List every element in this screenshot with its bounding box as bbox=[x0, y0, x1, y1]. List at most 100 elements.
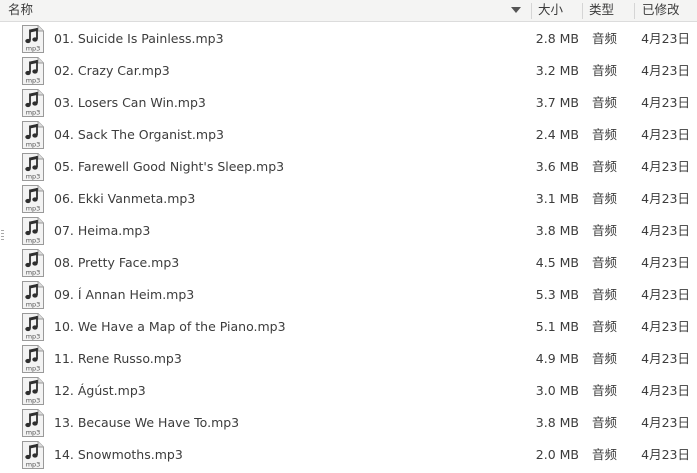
column-header-size[interactable]: 大小 bbox=[538, 0, 563, 21]
file-type: 音频 bbox=[592, 191, 618, 206]
file-modified-date: 4月23日 bbox=[641, 191, 690, 206]
svg-text:mp3: mp3 bbox=[26, 205, 41, 213]
file-row[interactable]: mp3 01. Suicide Is Painless.mp3 2.8 MB 音… bbox=[0, 23, 697, 55]
file-size: 3.7 MB bbox=[535, 95, 579, 110]
column-divider[interactable] bbox=[582, 3, 583, 19]
file-type: 音频 bbox=[592, 63, 618, 78]
audio-mp3-icon: mp3 bbox=[21, 313, 45, 341]
file-type: 音频 bbox=[592, 415, 618, 430]
audio-mp3-icon: mp3 bbox=[21, 249, 45, 277]
audio-mp3-icon: mp3 bbox=[21, 441, 45, 469]
audio-mp3-icon: mp3 bbox=[21, 377, 45, 405]
file-row[interactable]: mp3 08. Pretty Face.mp3 4.5 MB 音频 4月23日 bbox=[0, 247, 697, 279]
file-size: 3.0 MB bbox=[535, 383, 579, 398]
file-modified-date: 4月23日 bbox=[641, 415, 690, 430]
file-row[interactable]: mp3 13. Because We Have To.mp3 3.8 MB 音频… bbox=[0, 407, 697, 439]
svg-text:mp3: mp3 bbox=[26, 109, 41, 117]
svg-text:mp3: mp3 bbox=[26, 269, 41, 277]
column-header-bar: 名称 大小 类型 已修改 bbox=[0, 0, 697, 22]
file-type: 音频 bbox=[592, 127, 618, 142]
svg-text:mp3: mp3 bbox=[26, 173, 41, 181]
file-type: 音频 bbox=[592, 287, 618, 302]
svg-text:mp3: mp3 bbox=[26, 301, 41, 309]
file-modified-date: 4月23日 bbox=[641, 127, 690, 142]
file-size: 2.8 MB bbox=[535, 31, 579, 46]
file-name: 12. Ágúst.mp3 bbox=[54, 383, 146, 398]
file-name: 09. Í Annan Heim.mp3 bbox=[54, 287, 195, 302]
file-modified-date: 4月23日 bbox=[641, 159, 690, 174]
column-header-name[interactable]: 名称 bbox=[8, 0, 33, 21]
file-name: 07. Heima.mp3 bbox=[54, 223, 151, 238]
sort-descending-icon[interactable] bbox=[511, 0, 527, 21]
svg-text:mp3: mp3 bbox=[26, 333, 41, 341]
column-header-modified[interactable]: 已修改 bbox=[642, 0, 680, 21]
file-name: 06. Ekki Vanmeta.mp3 bbox=[54, 191, 196, 206]
svg-text:mp3: mp3 bbox=[26, 141, 41, 149]
file-modified-date: 4月23日 bbox=[641, 31, 690, 46]
audio-mp3-icon: mp3 bbox=[21, 121, 45, 149]
file-name: 02. Crazy Car.mp3 bbox=[54, 63, 170, 78]
file-size: 5.3 MB bbox=[535, 287, 579, 302]
file-type: 音频 bbox=[592, 95, 618, 110]
audio-mp3-icon: mp3 bbox=[21, 89, 45, 117]
file-name: 11. Rene Russo.mp3 bbox=[54, 351, 182, 366]
file-modified-date: 4月23日 bbox=[641, 223, 690, 238]
file-row[interactable]: mp3 02. Crazy Car.mp3 3.2 MB 音频 4月23日 bbox=[0, 55, 697, 87]
column-divider[interactable] bbox=[531, 3, 532, 19]
file-row[interactable]: mp3 07. Heima.mp3 3.8 MB 音频 4月23日 bbox=[0, 215, 697, 247]
file-row[interactable]: mp3 04. Sack The Organist.mp3 2.4 MB 音频 … bbox=[0, 119, 697, 151]
file-size: 4.9 MB bbox=[535, 351, 579, 366]
file-type: 音频 bbox=[592, 159, 618, 174]
file-name: 14. Snowmoths.mp3 bbox=[54, 447, 183, 462]
file-name: 08. Pretty Face.mp3 bbox=[54, 255, 180, 270]
audio-mp3-icon: mp3 bbox=[21, 345, 45, 373]
file-modified-date: 4月23日 bbox=[641, 63, 690, 78]
file-type: 音频 bbox=[592, 447, 618, 462]
file-size: 5.1 MB bbox=[535, 319, 579, 334]
file-size: 4.5 MB bbox=[535, 255, 579, 270]
file-type: 音频 bbox=[592, 223, 618, 238]
file-list: mp3 01. Suicide Is Painless.mp3 2.8 MB 音… bbox=[0, 23, 697, 471]
file-modified-date: 4月23日 bbox=[641, 95, 690, 110]
column-divider[interactable] bbox=[634, 3, 635, 19]
svg-text:mp3: mp3 bbox=[26, 77, 41, 85]
file-row[interactable]: mp3 12. Ágúst.mp3 3.0 MB 音频 4月23日 bbox=[0, 375, 697, 407]
svg-text:mp3: mp3 bbox=[26, 45, 41, 53]
svg-text:mp3: mp3 bbox=[26, 237, 41, 245]
file-row[interactable]: mp3 11. Rene Russo.mp3 4.9 MB 音频 4月23日 bbox=[0, 343, 697, 375]
file-row[interactable]: mp3 05. Farewell Good Night's Sleep.mp3 … bbox=[0, 151, 697, 183]
audio-mp3-icon: mp3 bbox=[21, 281, 45, 309]
file-modified-date: 4月23日 bbox=[641, 319, 690, 334]
file-modified-date: 4月23日 bbox=[641, 351, 690, 366]
file-size: 3.6 MB bbox=[535, 159, 579, 174]
file-size: 3.8 MB bbox=[535, 415, 579, 430]
audio-mp3-icon: mp3 bbox=[21, 409, 45, 437]
file-modified-date: 4月23日 bbox=[641, 383, 690, 398]
file-row[interactable]: mp3 14. Snowmoths.mp3 2.0 MB 音频 4月23日 bbox=[0, 439, 697, 471]
file-size: 2.0 MB bbox=[535, 447, 579, 462]
audio-mp3-icon: mp3 bbox=[21, 153, 45, 181]
file-modified-date: 4月23日 bbox=[641, 287, 690, 302]
file-row[interactable]: mp3 10. We Have a Map of the Piano.mp3 5… bbox=[0, 311, 697, 343]
file-name: 05. Farewell Good Night's Sleep.mp3 bbox=[54, 159, 285, 174]
file-row[interactable]: mp3 09. Í Annan Heim.mp3 5.3 MB 音频 4月23日 bbox=[0, 279, 697, 311]
audio-mp3-icon: mp3 bbox=[21, 25, 45, 53]
audio-mp3-icon: mp3 bbox=[21, 185, 45, 213]
file-name: 04. Sack The Organist.mp3 bbox=[54, 127, 224, 142]
svg-text:mp3: mp3 bbox=[26, 365, 41, 373]
file-modified-date: 4月23日 bbox=[641, 447, 690, 462]
file-modified-date: 4月23日 bbox=[641, 255, 690, 270]
file-row[interactable]: mp3 03. Losers Can Win.mp3 3.7 MB 音频 4月2… bbox=[0, 87, 697, 119]
file-type: 音频 bbox=[592, 31, 618, 46]
file-size: 3.2 MB bbox=[535, 63, 579, 78]
file-name: 03. Losers Can Win.mp3 bbox=[54, 95, 206, 110]
audio-mp3-icon: mp3 bbox=[21, 217, 45, 245]
file-name: 10. We Have a Map of the Piano.mp3 bbox=[54, 319, 286, 334]
file-size: 2.4 MB bbox=[535, 127, 579, 142]
file-size: 3.1 MB bbox=[535, 191, 579, 206]
file-type: 音频 bbox=[592, 255, 618, 270]
column-header-type[interactable]: 类型 bbox=[589, 0, 614, 21]
file-size: 3.8 MB bbox=[535, 223, 579, 238]
file-row[interactable]: mp3 06. Ekki Vanmeta.mp3 3.1 MB 音频 4月23日 bbox=[0, 183, 697, 215]
svg-text:mp3: mp3 bbox=[26, 397, 41, 405]
